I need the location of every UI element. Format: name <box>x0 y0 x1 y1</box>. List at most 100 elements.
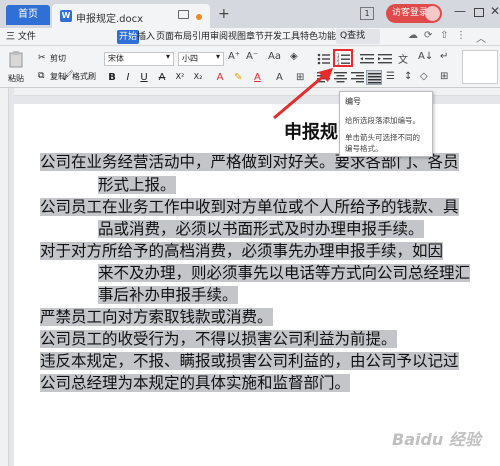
justify-button[interactable] <box>366 70 382 85</box>
home-tab[interactable]: 首页 <box>6 5 50 25</box>
document-heading[interactable]: 申报规 <box>284 118 338 144</box>
doc-line-text: 公司员工在业务工作中收到对方单位或个人所给予的钱款、具 <box>40 198 459 216</box>
align-center-icon[interactable] <box>334 72 347 83</box>
border-icon[interactable]: ⊞ <box>440 71 448 82</box>
monitor-icon[interactable] <box>178 10 189 19</box>
vertical-ruler <box>0 88 9 466</box>
numbering-button-highlight[interactable]: 1 2 3 <box>333 49 353 67</box>
shading-icon[interactable]: ◇ <box>420 71 428 82</box>
doc-line[interactable]: 事后补办申报手续。 <box>98 285 238 307</box>
decrease-indent-icon[interactable] <box>360 53 374 65</box>
menu-view[interactable]: 视图 <box>228 30 246 44</box>
search-box[interactable]: Q查找 <box>336 29 380 44</box>
doc-line-text: 事后补办申报手续。 <box>98 286 238 304</box>
doc-line[interactable]: 严禁员工向对方索取钱款或消费。 <box>40 307 273 329</box>
doc-line[interactable]: 违反本规定，不报、瞒报或损害公司利益的，由公司予以记过 <box>40 351 459 373</box>
doc-line[interactable]: 来不及办理，则必须事先以电话等方式向公司总经理汇 <box>98 263 471 285</box>
doc-line-text: 形式上报。 <box>98 176 176 194</box>
menu-insert[interactable]: 插入 <box>137 30 155 44</box>
cut-icon[interactable]: ✂ <box>38 53 46 63</box>
grow-font-button[interactable]: A⁺ <box>228 51 240 62</box>
char-border-icon[interactable]: A <box>276 72 283 83</box>
more-icon[interactable]: ⋮ <box>456 30 466 41</box>
superscript-button[interactable]: X² <box>174 72 186 81</box>
doc-line[interactable]: 品或消费，必须以书面形式及时办理申报手续。 <box>98 219 424 241</box>
close-button[interactable]: ✕ <box>490 4 500 18</box>
clear-format-icon[interactable]: ◈ <box>290 51 298 62</box>
page-count-icon[interactable]: 1 <box>360 7 374 20</box>
doc-line-text: 公司总经理为本规定的具体实施和监督部门。 <box>40 374 351 392</box>
numbering-icon[interactable]: 1 2 3 <box>337 53 351 65</box>
copy-icon[interactable]: ⧉ <box>38 71 44 81</box>
avatar-icon <box>425 6 440 21</box>
doc-line-text: 来不及办理，则必须事先以电话等方式向公司总经理汇 <box>98 264 471 282</box>
cut-button[interactable]: 剪切 <box>50 53 66 64</box>
unsaved-dot-icon <box>196 14 202 20</box>
highlight-color-icon[interactable]: ✎ <box>234 72 242 83</box>
underline-button[interactable]: U <box>138 72 150 83</box>
font-color-icon[interactable]: A <box>254 72 261 83</box>
menu-dev-tools[interactable]: 开发工具 <box>264 30 300 44</box>
doc-line-text: 严禁员工向对方索取钱款或消费。 <box>40 308 273 326</box>
ribbon-toolbar: 粘贴 ✂ 剪切 ⧉ 复制 🖌 格式刷 宋体 ▾ 小四 ▾ A⁺ A⁻ Aa ◈ … <box>0 46 500 88</box>
menu-bar: 三 文件 开始 插入 页面布局 引用 审阅 视图 章节 开发工具 特色功能 Q查… <box>0 28 500 46</box>
subscript-button[interactable]: X₂ <box>192 72 204 81</box>
collapse-ribbon-icon[interactable]: ︿ <box>476 30 486 45</box>
strike-button[interactable]: A <box>156 72 168 83</box>
tooltip-line: 编号格式。 <box>345 144 383 153</box>
bullet-list-icon[interactable] <box>317 53 331 65</box>
doc-line[interactable]: 形式上报。 <box>98 175 176 197</box>
doc-line-text: 公司员工的收受行为，不得以损害公司利益为前提。 <box>40 330 397 348</box>
align-right-icon[interactable] <box>351 72 364 83</box>
line-spacing-icon[interactable]: ↕ <box>404 71 412 82</box>
menu-reference[interactable]: 引用 <box>192 30 210 44</box>
sort-icon[interactable]: A↓ <box>418 51 433 62</box>
style-gallery[interactable] <box>462 50 498 84</box>
chinese-layout-icon[interactable]: 文 <box>398 51 408 66</box>
align-left-icon[interactable] <box>317 72 330 83</box>
cloud-icon[interactable]: ☁ <box>408 30 418 41</box>
document-tab-label: 申报规定.docx <box>76 14 144 25</box>
menu-special[interactable]: 特色功能 <box>300 30 336 44</box>
tooltip-line: 单击箭头可选择不同的 <box>345 133 420 142</box>
char-shading-icon[interactable]: ⊞ <box>296 72 304 83</box>
chevron-down-icon[interactable]: ▾ <box>166 52 170 61</box>
distributed-icon[interactable]: ☰ <box>386 71 395 82</box>
justify-icon <box>368 73 381 84</box>
minimize-button[interactable]: — <box>454 4 466 18</box>
menu-start[interactable]: 开始 <box>117 30 140 44</box>
menu-review[interactable]: 审阅 <box>210 30 228 44</box>
menu-section[interactable]: 章节 <box>246 30 264 44</box>
shrink-font-button[interactable]: A⁻ <box>246 51 258 62</box>
doc-line[interactable]: 公司总经理为本规定的具体实施和监督部门。 <box>40 373 351 395</box>
show-marks-icon[interactable]: ↵ <box>440 51 448 62</box>
font-name-select[interactable]: 宋体 <box>104 52 174 66</box>
text-effect-button[interactable]: A <box>214 72 226 83</box>
doc-line[interactable]: 公司员工在业务工作中收到对方单位或个人所给予的钱款、具 <box>40 197 459 219</box>
tooltip-title: 编号 <box>345 97 361 106</box>
paste-label: 粘贴 <box>8 74 24 83</box>
increase-indent-icon[interactable] <box>378 53 392 65</box>
doc-line[interactable]: 公司员工的收受行为，不得以损害公司利益为前提。 <box>40 329 397 351</box>
maximize-button[interactable] <box>474 8 484 17</box>
paste-icon[interactable] <box>8 50 24 68</box>
file-menu[interactable]: 三 文件 <box>6 30 36 44</box>
visitor-login-label: 访客登录 <box>392 8 429 18</box>
numbering-tooltip: 编号 给所选段落添加编号。 单击箭头可选择不同的 编号格式。 <box>339 91 433 157</box>
share-icon[interactable]: ⇧ <box>440 30 448 41</box>
change-case-icon[interactable]: Aa <box>268 51 281 62</box>
doc-line[interactable]: 对于对方所给予的高档消费，必须事先办理申报手续，如因 <box>40 241 444 263</box>
new-tab-button[interactable]: + <box>218 6 230 22</box>
format-painter-button[interactable]: 格式刷 <box>72 71 96 82</box>
doc-line-text: 违反本规定，不报、瞒报或损害公司利益的，由公司予以记过 <box>40 352 459 370</box>
svg-text:3: 3 <box>337 61 340 65</box>
menu-page-layout[interactable]: 页面布局 <box>156 30 192 44</box>
chevron-down-icon[interactable]: ▾ <box>216 52 220 61</box>
italic-button[interactable]: I <box>122 72 134 83</box>
document-tab[interactable]: W 申报规定.docx <box>52 4 210 28</box>
title-bar: 首页 W 申报规定.docx + 1 访客登录 — ✕ <box>0 0 500 28</box>
bold-button[interactable]: B <box>106 72 118 83</box>
doc-line-text: 对于对方所给予的高档消费，必须事先办理申报手续，如因 <box>40 242 444 260</box>
sync-icon[interactable]: ⟳ <box>424 30 432 41</box>
visitor-login-button[interactable]: 访客登录 <box>386 4 442 23</box>
